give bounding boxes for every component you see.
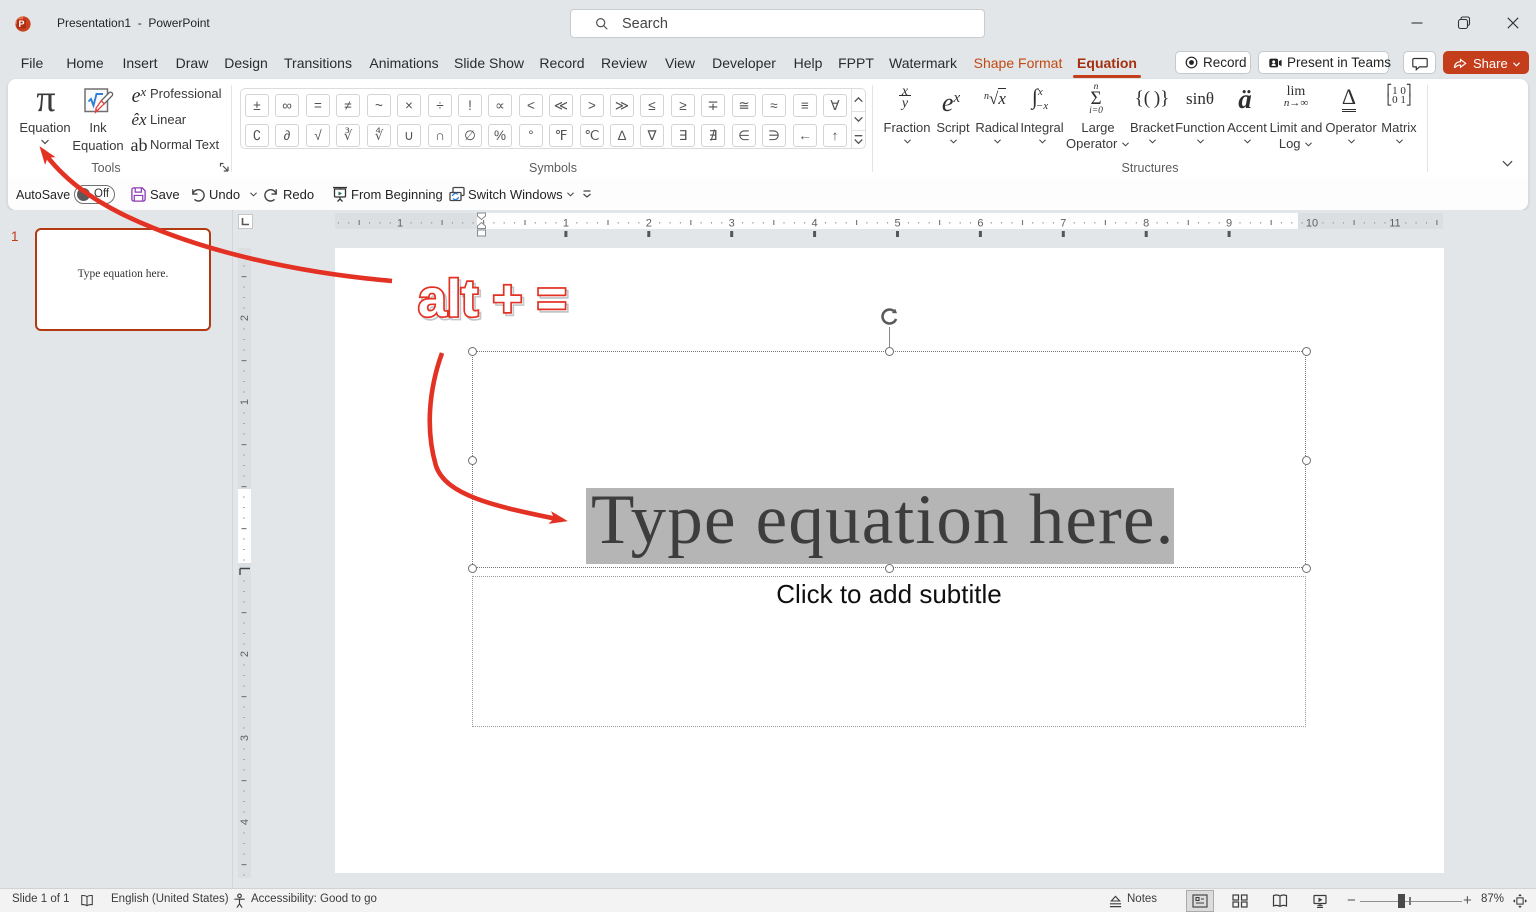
svg-text:10: 10 xyxy=(1306,218,1318,230)
svg-text:9: 9 xyxy=(1226,218,1232,230)
svg-text:7: 7 xyxy=(1060,218,1066,230)
svg-text:6: 6 xyxy=(977,218,983,230)
svg-text:1: 1 xyxy=(239,399,251,405)
svg-text:4: 4 xyxy=(239,819,251,825)
svg-text:1: 1 xyxy=(563,218,569,230)
svg-text:2: 2 xyxy=(239,651,251,657)
svg-text:11: 11 xyxy=(1389,218,1400,230)
svg-text:P: P xyxy=(18,19,24,29)
svg-text:4: 4 xyxy=(812,218,818,230)
svg-text:2: 2 xyxy=(646,218,652,230)
svg-text:5: 5 xyxy=(894,218,900,230)
svg-text:1: 1 xyxy=(397,218,403,230)
svg-text:8: 8 xyxy=(1143,218,1149,230)
svg-text:2: 2 xyxy=(239,315,251,321)
svg-text:3: 3 xyxy=(239,735,251,741)
svg-text:3: 3 xyxy=(729,218,735,230)
